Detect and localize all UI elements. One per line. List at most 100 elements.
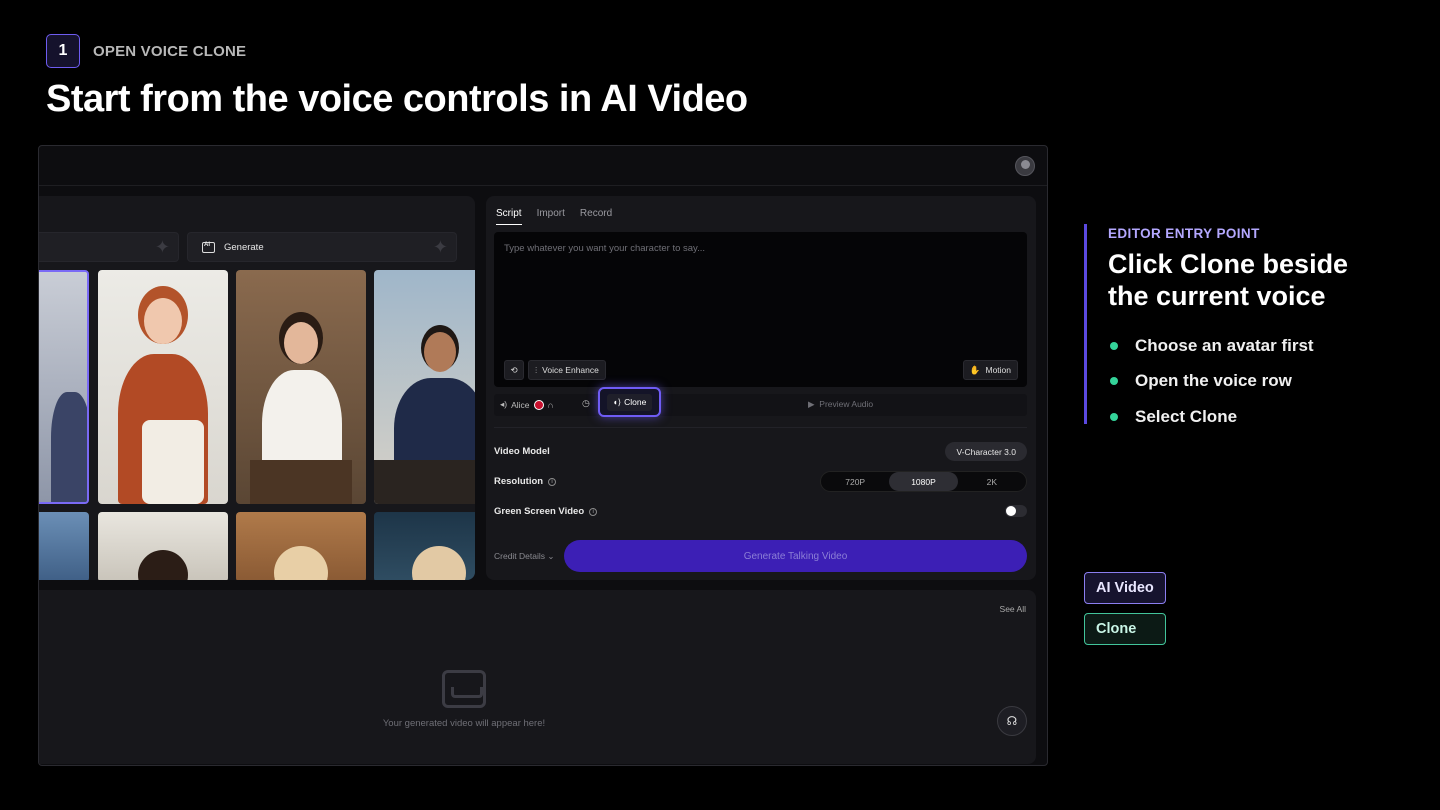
- user-avatar-icon[interactable]: [1015, 156, 1035, 176]
- upload-avatar-button[interactable]: ✦: [39, 232, 179, 262]
- divider: [494, 427, 1027, 428]
- generated-videos-panel: See All Your generated video will appear…: [39, 590, 1036, 764]
- chevron-down-icon: ⌄: [547, 551, 555, 561]
- hand-icon: ✋: [969, 364, 981, 375]
- speed-icon[interactable]: ◷: [582, 398, 590, 409]
- sparkle-icon: ✦: [432, 237, 448, 257]
- translate-icon: ⟲: [510, 364, 518, 375]
- avatar-face: [284, 322, 318, 364]
- avatar-face: [274, 546, 328, 580]
- headphones-icon: ∩: [547, 399, 554, 410]
- see-all-link[interactable]: See All: [1000, 604, 1026, 614]
- credit-details-dropdown[interactable]: Credit Details ⌄: [494, 551, 555, 562]
- instruction-title-line-2: the current voice: [1108, 281, 1326, 311]
- green-screen-label: Green Screen Video i: [494, 506, 598, 517]
- generate-avatar-button[interactable]: Generate ✦: [187, 232, 457, 262]
- ai-video-tag: AI Video: [1084, 572, 1166, 604]
- clone-tag: Clone: [1084, 613, 1166, 645]
- voice-row: ◂) Alice ∩ ◷ ◖⟩ Clone ▶ Preview Audio: [494, 387, 1027, 417]
- avatar-tile[interactable]: [236, 512, 366, 580]
- list-item-text: Open the voice row: [1135, 371, 1292, 391]
- play-icon: ▶: [808, 399, 815, 409]
- resolution-1080p[interactable]: 1080P: [889, 472, 958, 491]
- preview-audio-button[interactable]: ▶ Preview Audio: [808, 399, 873, 410]
- list-item: Select Clone: [1108, 399, 1404, 435]
- resolution-toggle: 720P 1080P 2K: [820, 471, 1027, 492]
- info-icon[interactable]: i: [548, 477, 557, 486]
- support-headset-icon[interactable]: ☊: [997, 706, 1027, 736]
- eyebrow-label: EDITOR ENTRY POINT: [1108, 226, 1260, 241]
- speaker-icon: ◂): [500, 399, 508, 409]
- instruction-title-line-1: Click Clone beside: [1108, 249, 1349, 279]
- avatar-face: [412, 546, 466, 580]
- avatar-figure: [51, 392, 87, 502]
- green-screen-text: Green Screen Video: [494, 506, 585, 517]
- avatar-face: [144, 298, 182, 344]
- clone-button-inner: ◖⟩ Clone: [606, 393, 653, 411]
- list-item-text: Choose an avatar first: [1135, 335, 1314, 355]
- resolution-text: Resolution: [494, 476, 544, 487]
- app-screenshot: ✦ Generate ✦: [38, 145, 1048, 766]
- credit-label: Credit Details: [494, 551, 546, 561]
- avatar-desk: [374, 460, 475, 504]
- avatar-face: [138, 550, 188, 580]
- motion-label: Motion: [985, 365, 1011, 375]
- script-panel: Script Import Record Type whatever you w…: [486, 196, 1036, 580]
- waveform-icon: ⫶: [535, 364, 538, 375]
- voice-clone-icon: ◖⟩: [612, 396, 622, 407]
- video-model-label: Video Model: [494, 446, 550, 457]
- step-label: OPEN VOICE CLONE: [93, 43, 247, 60]
- clone-label: Clone: [624, 397, 647, 407]
- instruction-card: EDITOR ENTRY POINT Click Clone beside th…: [1084, 224, 1404, 426]
- resolution-2k[interactable]: 2K: [958, 472, 1026, 491]
- empty-inbox-icon: [442, 670, 486, 708]
- green-screen-toggle[interactable]: [1005, 505, 1027, 517]
- app-topbar: [39, 146, 1047, 186]
- instruction-title: Click Clone beside the current voice: [1108, 248, 1404, 312]
- list-item: Open the voice row: [1108, 364, 1404, 400]
- translate-button[interactable]: ⟲: [504, 360, 524, 380]
- avatar-tile[interactable]: [98, 270, 228, 504]
- empty-state-text: Your generated video will appear here!: [382, 718, 546, 729]
- list-item: Choose an avatar first: [1108, 328, 1404, 364]
- bullet-dot-icon: [1110, 412, 1118, 421]
- generate-label: Generate: [224, 241, 264, 253]
- bullet-dot-icon: [1110, 341, 1118, 350]
- tab-script[interactable]: Script: [496, 208, 522, 225]
- step-number-badge: 1: [46, 34, 80, 68]
- voice-enhance-label: Voice Enhance: [542, 365, 599, 375]
- voice-selector[interactable]: ◂) Alice ∩: [500, 399, 554, 410]
- video-model-text: Video Model: [494, 446, 550, 457]
- voice-name: Alice: [511, 399, 530, 410]
- avatar-tile[interactable]: [39, 512, 89, 580]
- avatar-desk: [250, 460, 352, 504]
- clone-button[interactable]: ◖⟩ Clone: [598, 387, 661, 417]
- list-item-text: Select Clone: [1135, 406, 1238, 426]
- script-tabs: Script Import Record: [496, 208, 612, 225]
- tab-record[interactable]: Record: [580, 208, 612, 225]
- generate-talking-video-button[interactable]: Generate Talking Video: [564, 540, 1027, 572]
- script-placeholder: Type whatever you want your character to…: [504, 243, 706, 254]
- image-sparkle-icon: ✦: [154, 237, 170, 257]
- voice-enhance-button[interactable]: ⫶ Voice Enhance: [528, 360, 606, 380]
- avatar-tile[interactable]: [374, 512, 475, 580]
- ai-image-icon: [202, 241, 215, 253]
- avatar-tile[interactable]: [374, 270, 475, 504]
- resolution-720p[interactable]: 720P: [821, 472, 889, 491]
- video-model-select[interactable]: V-Character 3.0: [945, 442, 1027, 461]
- script-textarea[interactable]: Type whatever you want your character to…: [494, 232, 1027, 387]
- tab-import[interactable]: Import: [537, 208, 565, 225]
- info-icon[interactable]: i: [589, 507, 598, 516]
- page-title: Start from the voice controls in AI Vide…: [46, 78, 748, 120]
- avatar-tile-selected[interactable]: [39, 270, 89, 504]
- instruction-list: Choose an avatar first Open the voice ro…: [1108, 328, 1404, 435]
- avatar-tile[interactable]: [98, 512, 228, 580]
- resolution-label: Resolution i: [494, 476, 557, 487]
- uk-flag-icon: [533, 399, 544, 410]
- motion-button[interactable]: ✋ Motion: [962, 360, 1018, 380]
- avatar-face: [424, 332, 456, 372]
- preview-label: Preview Audio: [819, 399, 874, 409]
- avatar-tile[interactable]: [236, 270, 366, 504]
- avatar-panel: ✦ Generate ✦: [39, 196, 475, 580]
- bullet-dot-icon: [1110, 377, 1118, 386]
